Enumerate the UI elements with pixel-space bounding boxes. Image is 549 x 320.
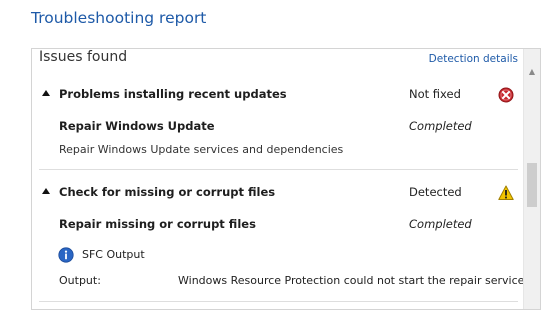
issue-status: Not fixed — [409, 87, 461, 101]
fix-title: Repair missing or corrupt files — [59, 217, 256, 231]
divider — [39, 169, 518, 170]
scroll-up-arrow-icon[interactable]: ▲ — [524, 63, 540, 79]
fix-description: Repair Windows Update services and depen… — [59, 143, 344, 156]
output-label: Output: — [59, 274, 101, 287]
issue-status: Detected — [409, 185, 462, 199]
page-title: Troubleshooting report — [31, 9, 207, 27]
divider — [39, 301, 518, 302]
issue-title[interactable]: Problems installing recent updates — [59, 87, 287, 101]
sfc-output-label[interactable]: SFC Output — [82, 248, 145, 261]
fix-status: Completed — [409, 119, 472, 133]
collapse-triangle-icon[interactable] — [42, 188, 50, 194]
info-icon — [58, 247, 74, 263]
fix-status: Completed — [409, 217, 472, 231]
vertical-scrollbar[interactable]: ▲ — [523, 49, 540, 309]
detection-details-link[interactable]: Detection details — [429, 53, 518, 65]
scroll-thumb[interactable] — [527, 163, 537, 207]
output-value: Windows Resource Protection could not st… — [178, 274, 528, 287]
issues-panel: Issues found Detection details Problems … — [31, 48, 541, 310]
issues-found-heading: Issues found — [39, 49, 128, 65]
fix-title: Repair Windows Update — [59, 119, 215, 133]
error-icon — [498, 87, 514, 103]
collapse-triangle-icon[interactable] — [42, 90, 50, 96]
warning-icon — [498, 185, 514, 200]
issue-title[interactable]: Check for missing or corrupt files — [59, 185, 275, 199]
